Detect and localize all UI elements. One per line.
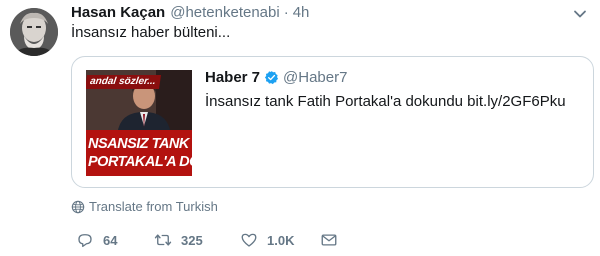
tweet-text: İnsansız haber bülteni... xyxy=(71,24,231,41)
reply-button[interactable]: 64 xyxy=(76,230,117,250)
tweet[interactable]: Hasan Kaçan @hetenketenabi · 4h İnsansız… xyxy=(0,0,600,256)
author-handle[interactable]: @hetenketenabi xyxy=(170,4,279,21)
avatar-image xyxy=(10,8,58,56)
verified-badge-icon xyxy=(264,70,279,85)
retweet-count: 325 xyxy=(181,232,203,248)
tweet-header: Hasan Kaçan @hetenketenabi · 4h xyxy=(71,4,309,24)
like-button[interactable]: 1.0K xyxy=(240,230,294,250)
reply-icon xyxy=(78,234,92,248)
tweet-timestamp[interactable]: 4h xyxy=(293,4,310,21)
quoted-tweet-media[interactable]: andal sözler... NSANSIZ TANK P PORTAKAL'… xyxy=(86,70,192,176)
heart-icon xyxy=(241,233,257,247)
globe-icon xyxy=(71,200,85,213)
media-caption-line-2: PORTAKAL'A DOK xyxy=(88,154,192,170)
quoted-tweet[interactable]: andal sözler... NSANSIZ TANK P PORTAKAL'… xyxy=(71,56,594,188)
media-caption-line-1: NSANSIZ TANK P xyxy=(88,136,192,152)
chevron-down-icon[interactable] xyxy=(572,6,588,22)
reply-count: 64 xyxy=(103,232,118,248)
like-count: 1.0K xyxy=(267,232,295,248)
quoted-tweet-header: Haber 7 @Haber7 xyxy=(205,69,347,86)
media-top-caption: andal sözler... xyxy=(86,75,161,89)
quoted-author-name[interactable]: Haber 7 xyxy=(205,69,260,86)
retweet-button[interactable]: 325 xyxy=(154,230,203,250)
tweet-actions: 64 325 1.0K xyxy=(76,230,376,250)
direct-message-button[interactable] xyxy=(320,230,338,250)
translate-label[interactable]: Translate from Turkish xyxy=(89,199,218,214)
quoted-author-handle[interactable]: @Haber7 xyxy=(283,69,347,86)
author-avatar[interactable] xyxy=(10,8,58,56)
author-name[interactable]: Hasan Kaçan xyxy=(71,4,165,21)
translate-link[interactable]: Translate from Turkish xyxy=(71,199,218,214)
separator: · xyxy=(283,4,289,21)
quoted-tweet-text: İnsansız tank Fatih Portakal'a dokundu b… xyxy=(205,93,566,110)
retweet-icon xyxy=(154,234,172,246)
envelope-icon xyxy=(321,234,337,246)
